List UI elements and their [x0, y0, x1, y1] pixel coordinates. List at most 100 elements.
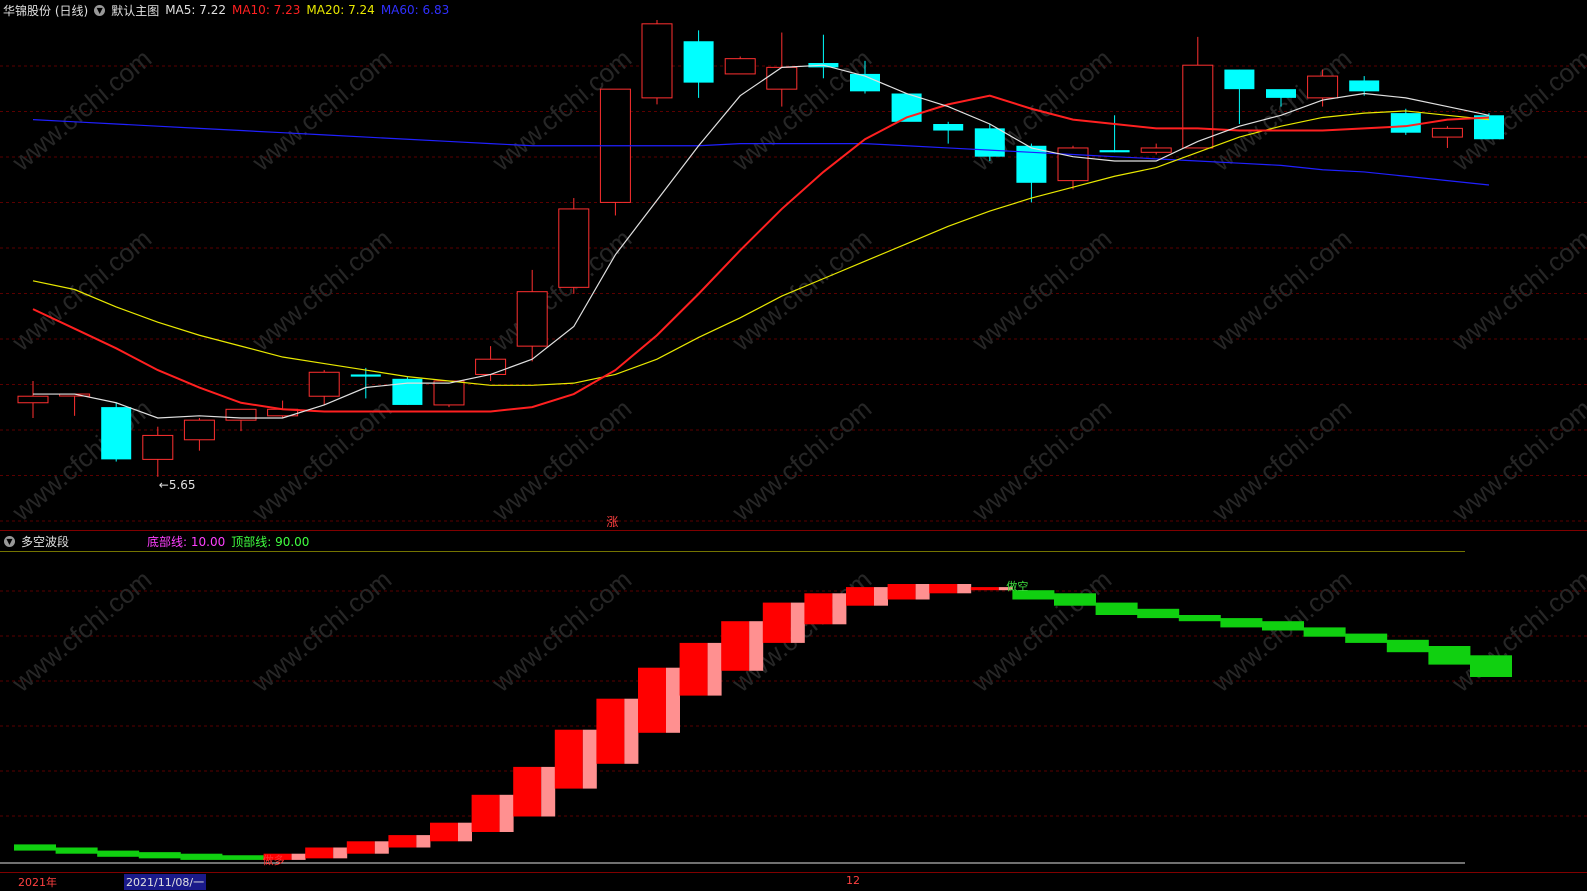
- stock-title: 华锦股份 (日线): [3, 3, 89, 18]
- indicator-bar: [180, 853, 223, 860]
- indicator-bar-highlight: [416, 835, 431, 848]
- indicator-bar-highlight: [458, 822, 472, 842]
- indicator-bar-main: [55, 847, 98, 854]
- candle: [1182, 36, 1214, 149]
- indicator-bar: [346, 841, 389, 854]
- indicator-bar: [513, 766, 556, 817]
- indicator-bar: [596, 698, 639, 764]
- indicator-bar: [887, 584, 930, 600]
- candle: [516, 269, 548, 362]
- indicator-bar-highlight: [624, 698, 639, 764]
- indicator-bar-main: [346, 841, 375, 854]
- indicator-bar-main: [804, 593, 833, 625]
- indicator-bar-main: [1303, 627, 1346, 637]
- watermark: www.cfchi.com: [726, 393, 878, 527]
- dropdown-icon[interactable]: ▼: [94, 4, 106, 16]
- indicator-bar-highlight: [374, 841, 389, 854]
- candle-body: [1431, 127, 1463, 138]
- watermark: www.cfchi.com: [966, 393, 1118, 527]
- candle-body: [1307, 75, 1339, 99]
- indicator-bar: [388, 835, 431, 848]
- candlestick-chart[interactable]: www.cfchi.com www.cfchi.com www.cfchi.com w…: [0, 20, 1587, 530]
- candle-body: [1099, 150, 1130, 153]
- watermark: www.cfchi.com: [1446, 393, 1587, 527]
- indicator-bar-highlight: [915, 584, 930, 600]
- candle: [933, 121, 964, 144]
- watermark: www.cfchi.com: [966, 564, 1118, 698]
- indicator-bar: [679, 642, 722, 696]
- time-year: 2021年: [18, 876, 57, 889]
- indicator-bar-main: [721, 621, 750, 671]
- candle-body: [1224, 69, 1255, 90]
- main-chart-header: 华锦股份 (日线) ▼ 默认主图 MA5: 7.22 MA10: 7.23 MA…: [0, 1, 455, 19]
- indicator-bar: [97, 850, 140, 857]
- candle-body: [724, 58, 756, 75]
- candle: [1099, 115, 1130, 153]
- watermark: www.cfchi.com: [246, 223, 398, 357]
- candle-body: [183, 419, 215, 441]
- indicator-bar-main: [14, 844, 56, 851]
- indicator-bar-main: [388, 835, 417, 848]
- candle-body: [350, 374, 381, 377]
- indicator-bar-main: [1220, 618, 1263, 628]
- candle: [558, 198, 590, 294]
- indicator-bar: [804, 593, 847, 625]
- panel-separator: [0, 530, 1587, 531]
- time-axis: 2021年 2021/11/08/一 12: [0, 873, 1587, 891]
- buy-signal-label: 做多: [263, 853, 285, 867]
- watermark: www.cfchi.com: [486, 564, 638, 698]
- ma20-label: MA20: 7.24: [306, 3, 375, 17]
- indicator-bar-main: [1470, 655, 1512, 677]
- indicator-bar-highlight: [541, 766, 556, 817]
- candle-body: [1266, 89, 1296, 98]
- indicator-bar-main: [762, 602, 791, 643]
- indicator-bar: [1303, 627, 1346, 637]
- candle-body: [974, 128, 1005, 157]
- template-label[interactable]: 默认主图: [111, 2, 159, 19]
- indicator-bar: [471, 794, 514, 832]
- candle: [101, 402, 132, 462]
- indicator-bar-main: [1095, 602, 1138, 615]
- indicator-bar-highlight: [666, 667, 680, 733]
- indicator-bar-highlight: [499, 794, 514, 832]
- candle-body: [1349, 80, 1380, 92]
- indicator-bar-main: [887, 584, 916, 600]
- candle-body: [475, 358, 507, 375]
- indicator-bar-main: [554, 729, 583, 789]
- indicator-bar-main: [513, 766, 542, 817]
- candle-body: [516, 291, 548, 347]
- candle: [683, 30, 714, 98]
- ma60-label: MA60: 6.83: [380, 3, 450, 17]
- candle: [17, 380, 49, 418]
- indicator-bar: [430, 822, 472, 842]
- indicator-bar-main: [1137, 608, 1180, 619]
- watermark: www.cfchi.com: [486, 393, 638, 527]
- watermark: www.cfchi.com: [1206, 223, 1358, 357]
- indicator-bar-main: [97, 850, 140, 857]
- candle: [392, 376, 423, 405]
- watermark: www.cfchi.com: [966, 223, 1118, 357]
- indicator-bar: [1262, 621, 1304, 631]
- candle-body: [1140, 147, 1172, 153]
- indicator-bar-main: [596, 698, 625, 764]
- indicator-bar-main: [471, 794, 500, 832]
- indicator-bar: [1386, 639, 1429, 653]
- indicator-bar-main: [1178, 615, 1221, 622]
- indicator-bar-main: [1428, 646, 1471, 665]
- low-price-label: ←5.65: [159, 478, 196, 492]
- indicator-bar-highlight: [707, 642, 722, 696]
- indicator-name[interactable]: 多空波段: [21, 533, 141, 550]
- rise-marker: 涨: [606, 514, 618, 529]
- candle: [433, 380, 465, 408]
- candle: [599, 88, 631, 216]
- indicator-bar: [1054, 593, 1096, 606]
- indicator-dropdown-icon[interactable]: ▼: [4, 535, 15, 547]
- watermark: www.cfchi.com: [6, 564, 158, 698]
- time-month: 12: [846, 874, 860, 887]
- candle: [1390, 108, 1421, 135]
- indicator-chart[interactable]: www.cfchi.com www.cfchi.com www.cfchi.com w…: [0, 551, 1587, 871]
- indicator-bar-highlight: [957, 584, 972, 594]
- indicator-bar-main: [180, 853, 223, 860]
- watermark: www.cfchi.com: [6, 223, 158, 357]
- candle: [59, 393, 91, 416]
